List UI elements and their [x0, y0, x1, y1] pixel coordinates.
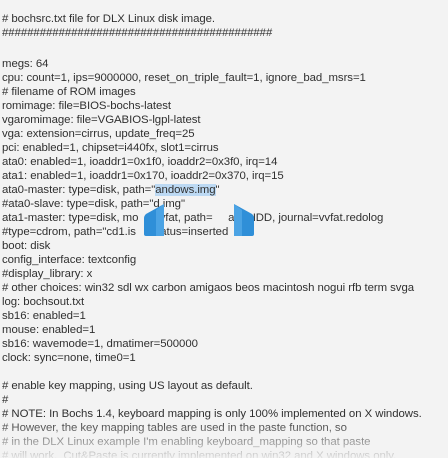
editor-line: # in the DLX Linux example I'm enabling … [2, 436, 371, 448]
selected-line-prefix: ata0-master: type=disk, path=" [2, 184, 156, 196]
editor-line: vga: extension=cirrus, update_freq=25 [2, 128, 195, 140]
editor-line: #type=cdrom, path="cd1.is status=inserte… [2, 226, 229, 238]
editor-line: #display_library: x [2, 268, 93, 280]
editor-line: log: bochsout.txt [2, 296, 85, 308]
editor-line: # will work. Cut&Paste is currently impl… [2, 450, 397, 458]
editor-line: # [2, 394, 9, 406]
editor-line: mouse: enabled=1 [2, 324, 96, 336]
editor-line: sb16: wavemode=1, dmatimer=500000 [2, 338, 198, 350]
editor-line: ########################################… [2, 27, 273, 39]
editor-line: pci: enabled=1, chipset=i440fx, slot1=ci… [2, 142, 219, 154]
editor-line: # However, the key mapping tables are us… [2, 422, 347, 434]
editor-line: # filename of ROM images [2, 86, 136, 98]
text-selection[interactable]: andows.img [155, 184, 216, 196]
editor-line: cpu: count=1, ips=9000000, reset_on_trip… [2, 72, 366, 84]
selected-line: ata0-master: type=disk, path="andows.img… [2, 183, 220, 197]
editor-line: sb16: enabled=1 [2, 310, 86, 322]
selection-start-handle[interactable] [144, 204, 164, 236]
editor-line: # NOTE: In Bochs 1.4, keyboard mapping i… [2, 408, 422, 420]
selected-line-suffix: " [215, 184, 220, 196]
editor-line: ata1: enabled=1, ioaddr1=0x170, ioaddr2=… [2, 170, 284, 182]
editor-line: boot: disk [2, 240, 51, 252]
editor-line: ata0: enabled=1, ioaddr1=0x1f0, ioaddr2=… [2, 156, 278, 168]
editor-line: romimage: file=BIOS-bochs-latest [2, 100, 172, 112]
editor-line: clock: sync=none, time0=1 [2, 352, 136, 364]
editor-line: megs: 64 [2, 58, 49, 70]
editor-line: vgaromimage: file=VGABIOS-lgpl-latest [2, 114, 201, 126]
editor-line: ata1-master: type=disk, mo vvfat, path= … [2, 212, 384, 224]
editor-line: config_interface: textconfig [2, 254, 137, 266]
text-editor[interactable]: # bochsrc.txt file for DLX Linux disk im… [0, 0, 448, 458]
editor-line: # enable key mapping, using US layout as… [2, 380, 253, 392]
editor-line: # other choices: win32 sdl wx carbon ami… [2, 282, 415, 294]
editor-line: # bochsrc.txt file for DLX Linux disk im… [2, 13, 216, 25]
selection-end-handle[interactable] [234, 204, 254, 236]
